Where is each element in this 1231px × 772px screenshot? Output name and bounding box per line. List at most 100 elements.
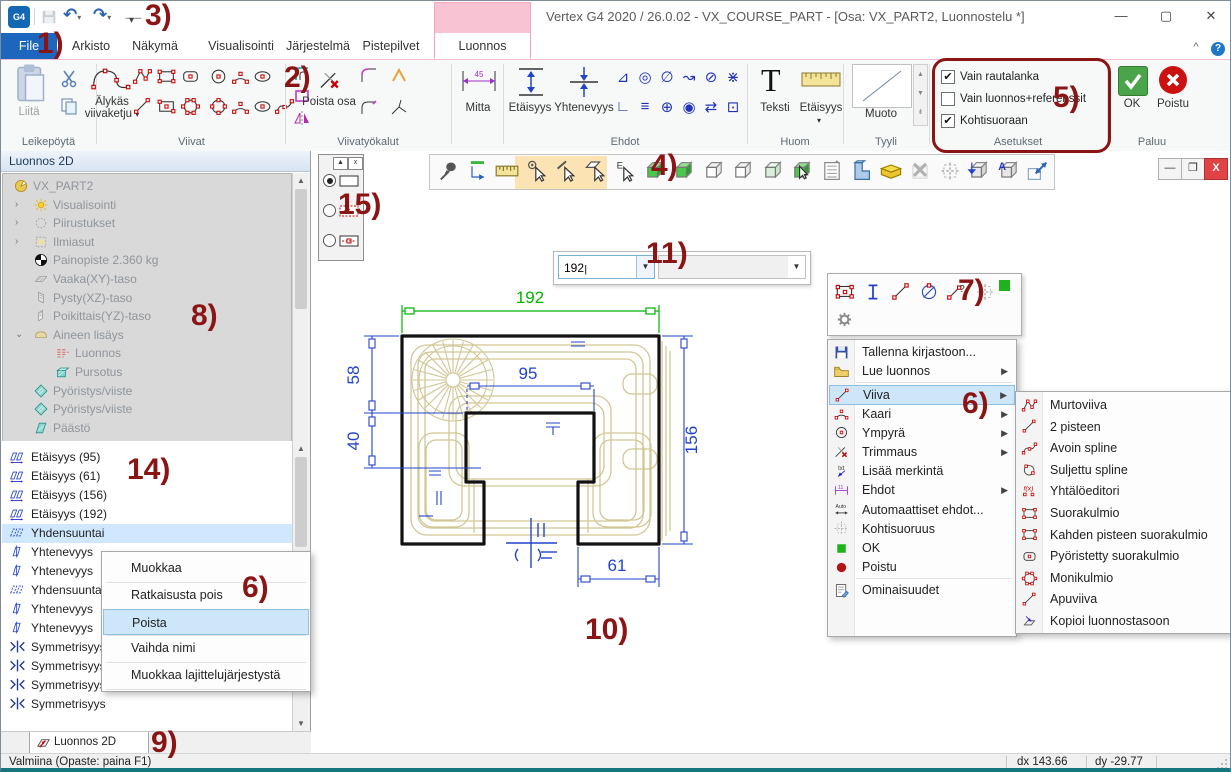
tab-pistepilvet[interactable]: Pistepilvet [353,33,429,59]
dim-text-156[interactable]: 156 [682,426,701,454]
constraint-glyph-icon[interactable]: ↝ [679,68,699,86]
tree-item-aineen-lis-ys[interactable]: ⌄Aineen lisäys [3,326,291,345]
dimension-192[interactable] [402,305,659,333]
menu-item-monikulmio[interactable]: Monikulmio [1017,568,1229,590]
dim-text-95[interactable]: 95 [519,364,538,383]
constraint-glyph-icon[interactable]: ⋇ [723,68,743,86]
menu-item-ehdot[interactable]: 11Ehdot▶ [829,481,1015,500]
menu-item-lis-merkint-[interactable]: txtLisää merkintä [829,462,1015,481]
dimension-note-icon[interactable] [801,70,841,88]
qat-customize-button[interactable]: ⸺▾ [125,9,142,35]
tree-item-visualisointi[interactable]: ›Visualisointi [3,196,291,215]
tree-item-luonnos[interactable]: Luonnos [3,344,291,363]
dim-text-61[interactable]: 61 [608,556,627,575]
tab-luonnos[interactable]: Luonnos [434,33,531,59]
measure-icon[interactable]: 45 [459,68,499,94]
menu-item-murtoviiva[interactable]: Murtoviiva [1017,395,1229,417]
menu-item-py-ristetty-suorakulmio[interactable]: Pyöristetty suorakulmio [1017,546,1229,568]
constraint-glyph-icon[interactable]: ⊕ [657,98,677,116]
tree-item-py-ristys-viiste[interactable]: Pyöristys/viiste [3,382,291,401]
dim-text-192[interactable]: 192 [516,288,544,307]
menu-item-ok[interactable]: OK [829,539,1015,558]
tree-chevron-icon[interactable]: › [15,196,18,215]
menu-item-2-pisteen[interactable]: 2 pisteen [1017,417,1229,439]
help-icon[interactable]: ? [1211,42,1225,56]
dim-text-58[interactable]: 58 [344,366,363,385]
mirror-icon[interactable] [292,108,312,128]
app-logo[interactable]: G4 [8,6,30,28]
menu-item-trimmaus[interactable]: Trimmaus▶ [829,443,1015,462]
constraint-glyph-icon[interactable]: ◎ [635,68,655,86]
close-button[interactable]: ✕ [1196,5,1226,27]
menu-item-kohtisuoruus[interactable]: Kohtisuoruus [829,520,1015,539]
tree-item-p-st-[interactable]: Päästö [3,419,291,438]
tab-järjestelmä[interactable]: Järjestelmä [276,33,360,59]
tab-luonnos2d[interactable]: Luonnos 2D [29,732,149,754]
polyline2-icon[interactable] [132,66,153,87]
resize-grip[interactable] [1217,758,1228,769]
menu-item-ympyr-[interactable]: Ympyrä▶ [829,424,1015,443]
menu-item-muokkaa[interactable]: Muokkaa [103,555,309,582]
tree-item-poikittais-yz-taso[interactable]: Poikittais(YZ)-taso [3,307,291,326]
constraint-item[interactable]: Etäisyys (192) [2,505,292,524]
constraint-glyph-icon[interactable]: ≡ [635,98,655,115]
chamfer-icon[interactable] [389,66,409,86]
menu-item-ratkaisusta-pois[interactable]: Ratkaisusta pois [103,582,309,609]
undo-button[interactable]: ↶▾ [63,5,81,25]
distance-constraint-icon[interactable] [515,65,547,99]
tree-item-painopiste-2-360-kg[interactable]: Painopiste 2.360 kg [3,251,291,270]
menu-item-kopioi-luonnostasoon[interactable]: Kopioi luonnostasoon [1017,611,1229,633]
menu-item-poista[interactable]: Poista [103,609,309,636]
tree-item-ilmiasut[interactable]: ›Ilmiasut [3,233,291,252]
menu-item-apuviiva[interactable]: Apuviiva [1017,589,1229,611]
shape-style-preview[interactable] [852,64,912,108]
constraint-glyph-icon[interactable]: ⊘ [701,68,721,86]
redo-button[interactable]: ↷▾ [93,5,111,25]
fillet2-icon[interactable] [359,98,379,118]
tree-item-pysty-xz-taso[interactable]: Pysty(XZ)-taso [3,289,291,308]
line-icon[interactable] [132,96,153,117]
menu-item-lue-luonnos[interactable]: Lue luonnos▶ [829,362,1015,381]
arc-icon[interactable] [230,96,251,117]
save-button[interactable] [40,8,58,26]
rect-icon[interactable] [156,66,177,87]
maximize-button[interactable]: ▢ [1151,5,1181,27]
ribbon-collapse-icon[interactable]: ^ [1189,41,1203,55]
menu-item-poistu[interactable]: Poistu [829,558,1015,577]
exit-button[interactable] [1159,66,1187,94]
constraint-glyph-icon[interactable]: ∅ [657,68,677,86]
minimize-button[interactable]: — [1106,5,1136,27]
tree-chevron-icon[interactable]: › [15,233,18,252]
menu-item-muokkaa-lajitteluj-rjestyst-[interactable]: Muokkaa lajittelujärjestystä [103,662,309,689]
trim-icon[interactable] [317,68,343,94]
circle2-icon[interactable] [208,96,229,117]
menu-item-kahden-pisteen-suorakulmio[interactable]: Kahden pisteen suorakulmio [1017,525,1229,547]
constraint-item[interactable]: Symmetrisyys [2,695,292,714]
menu-item-vaihda-nimi[interactable]: Vaihda nimi [103,635,309,662]
tree-item-py-ristys-viiste[interactable]: Pyöristys/viiste [3,400,291,419]
text-note-icon[interactable]: T [761,62,781,99]
menu-item-yht-l-editori[interactable]: f(x)Yhtälöeditori [1017,481,1229,503]
paste-button[interactable] [11,63,49,105]
copy-icon[interactable] [59,96,79,116]
ellipse-icon[interactable] [252,96,273,117]
style-spinner[interactable]: ▲▼⇟ [913,64,928,126]
tab-arkisto[interactable]: Arkisto [61,33,121,59]
dimension-note-dropdown-icon[interactable]: ▾ [817,116,821,125]
tab-näkymä[interactable]: Näkymä [123,33,187,59]
polygon-icon[interactable] [180,96,201,117]
menu-item-avoin-spline[interactable]: Avoin spline [1017,438,1229,460]
ellipse-icon[interactable] [252,66,273,87]
ok-button[interactable] [1118,66,1148,96]
smart-polyline-icon[interactable] [89,64,135,92]
tree-item-vx-part2[interactable]: VX_PART2 [3,177,291,196]
constraint-glyph-icon[interactable]: ◉ [679,98,699,116]
arc-icon[interactable] [230,66,251,87]
menu-item-suorakulmio[interactable]: Suorakulmio [1017,503,1229,525]
constraint-glyph-icon[interactable]: ∟ [613,98,633,115]
rect2-icon[interactable] [156,96,177,117]
dim-text-40[interactable]: 40 [344,432,363,451]
tab-visualisointi[interactable]: Visualisointi [195,33,287,59]
chamfer2-icon[interactable] [389,98,409,118]
tree-item-vaaka-xy-taso[interactable]: Vaaka(XY)-taso [3,270,291,289]
